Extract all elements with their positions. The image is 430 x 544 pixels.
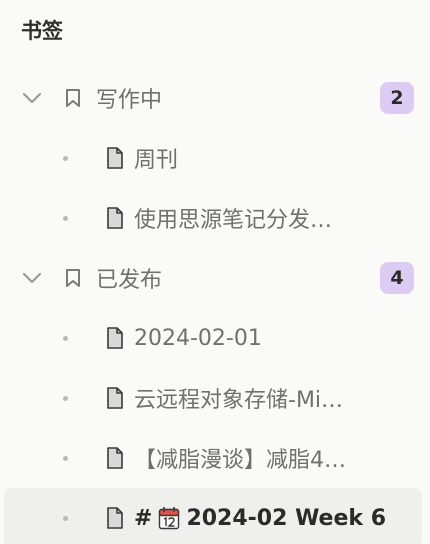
bookmark-group-writing[interactable]: 写作中 2 bbox=[0, 68, 430, 128]
bookmark-item[interactable]: 【减脂漫谈】减脂4… bbox=[0, 428, 430, 488]
bookmark-icon bbox=[62, 267, 84, 289]
document-icon bbox=[106, 446, 126, 470]
bookmark-item-selected[interactable]: # 2024-02 Week 6 bbox=[4, 488, 422, 544]
bookmark-tree: 写作中 2 周刊 使用思源笔记分发… 已发布 4 2024-02-01 云远程对… bbox=[0, 68, 430, 544]
document-icon bbox=[106, 146, 126, 170]
chevron-down-icon[interactable] bbox=[20, 266, 44, 290]
bullet-dot bbox=[63, 455, 68, 461]
count-badge: 2 bbox=[380, 82, 414, 114]
bookmark-item[interactable]: 2024-02-01 bbox=[0, 308, 430, 368]
bullet-dot bbox=[63, 215, 68, 221]
item-label: 使用思源笔记分发… bbox=[134, 208, 333, 233]
bookmark-item[interactable]: 使用思源笔记分发… bbox=[0, 188, 430, 248]
item-label: 2024-02-01 bbox=[134, 325, 262, 351]
count-badge: 4 bbox=[380, 262, 414, 294]
document-icon bbox=[106, 386, 126, 410]
bookmark-group-published[interactable]: 已发布 4 bbox=[0, 248, 430, 308]
item-label: 【减脂漫谈】减脂4… bbox=[134, 448, 346, 473]
item-label: 2024-02 Week 6 bbox=[186, 505, 386, 531]
document-icon bbox=[106, 506, 126, 530]
bullet-dot bbox=[63, 155, 68, 161]
panel-title: 书签 bbox=[21, 19, 63, 43]
calendar-icon bbox=[158, 506, 180, 530]
bullet-dot bbox=[63, 335, 68, 341]
document-icon bbox=[106, 326, 126, 350]
bookmark-icon bbox=[62, 87, 84, 109]
item-label: 周刊 bbox=[134, 148, 179, 173]
bullet-dot bbox=[63, 395, 68, 401]
group-label: 写作中 bbox=[96, 88, 163, 113]
chevron-down-icon[interactable] bbox=[20, 86, 44, 110]
group-label: 已发布 bbox=[96, 268, 163, 293]
bookmark-item[interactable]: 云远程对象存储-Mi… bbox=[0, 368, 430, 428]
bookmark-item[interactable]: 周刊 bbox=[0, 128, 430, 188]
item-label: 云远程对象存储-Mi… bbox=[134, 388, 344, 413]
document-icon bbox=[106, 206, 126, 230]
heading-prefix: # bbox=[134, 505, 153, 531]
bookmarks-panel: 书签 写作中 2 周刊 使用思源笔记分发… 已发布 4 2024-02-01 云… bbox=[0, 0, 430, 544]
bullet-dot bbox=[63, 515, 68, 521]
